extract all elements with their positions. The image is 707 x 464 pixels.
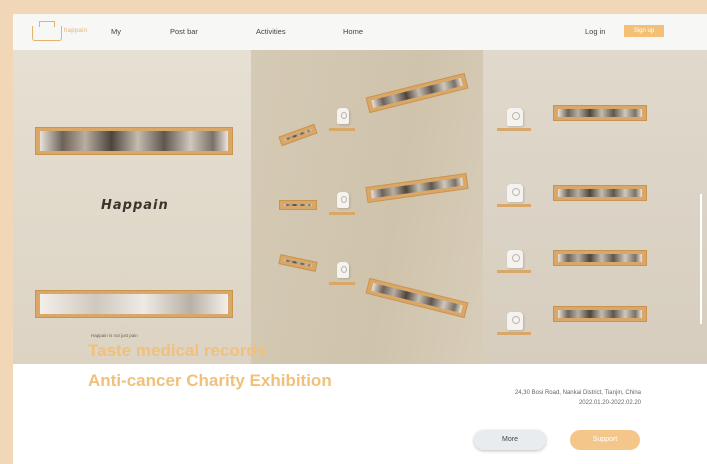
artwork-frame — [279, 200, 317, 210]
signup-button[interactable]: Sign up — [624, 25, 664, 37]
nav-link-activities[interactable]: Activities — [256, 27, 286, 36]
artwork-frame — [553, 306, 647, 322]
artwork-frame — [365, 172, 469, 204]
top-nav: happain My Post bar Activities Home Log … — [13, 14, 707, 50]
support-button[interactable]: Support — [570, 430, 640, 450]
device-model — [507, 312, 523, 330]
event-title-line2: Anti-cancer Charity Exhibition — [88, 371, 332, 390]
artwork-frame — [553, 185, 647, 201]
artwork-frame — [278, 254, 318, 272]
device-model — [337, 262, 349, 278]
artwork-frame — [278, 123, 318, 147]
shelf — [497, 270, 531, 273]
artwork-frame — [553, 105, 647, 121]
hero-panel-middle — [251, 50, 483, 364]
hero-caption: Happain is not just pain — [91, 333, 138, 338]
hero-image: Happain Happain is not just pain — [13, 50, 707, 364]
logo[interactable]: happain — [32, 21, 104, 43]
shelf — [497, 332, 531, 335]
page: happain My Post bar Activities Home Log … — [13, 14, 707, 464]
device-model — [507, 184, 523, 202]
device-model — [507, 250, 523, 268]
artwork-frame — [35, 127, 233, 155]
event-title-line1: Taste medical records — [88, 341, 267, 360]
login-link[interactable]: Log in — [585, 27, 605, 36]
artwork-frame — [553, 250, 647, 266]
logo-text: happain — [64, 28, 88, 34]
more-button[interactable]: More — [474, 430, 546, 450]
hero-title: Happain — [101, 198, 169, 213]
device-model — [337, 192, 349, 208]
artwork-frame — [365, 277, 469, 319]
logo-icon — [32, 21, 62, 41]
artwork-frame — [35, 290, 233, 318]
shelf — [329, 128, 355, 131]
wall-pipe — [700, 194, 702, 324]
device-model — [337, 108, 349, 124]
shelf — [497, 128, 531, 131]
shelf — [329, 282, 355, 285]
nav-link-post-bar[interactable]: Post bar — [170, 27, 198, 36]
event-address: 24,30 Bosi Road, Nankai District, Tianji… — [514, 390, 641, 396]
shelf — [497, 204, 531, 207]
hero-panel-right — [483, 50, 707, 364]
artwork-frame — [365, 72, 469, 114]
nav-link-home[interactable]: Home — [343, 27, 363, 36]
device-model — [507, 108, 523, 126]
shelf — [329, 212, 355, 215]
nav-link-my[interactable]: My — [111, 27, 121, 36]
event-dates: 2022.01.20-2022.02.20 — [578, 400, 641, 406]
